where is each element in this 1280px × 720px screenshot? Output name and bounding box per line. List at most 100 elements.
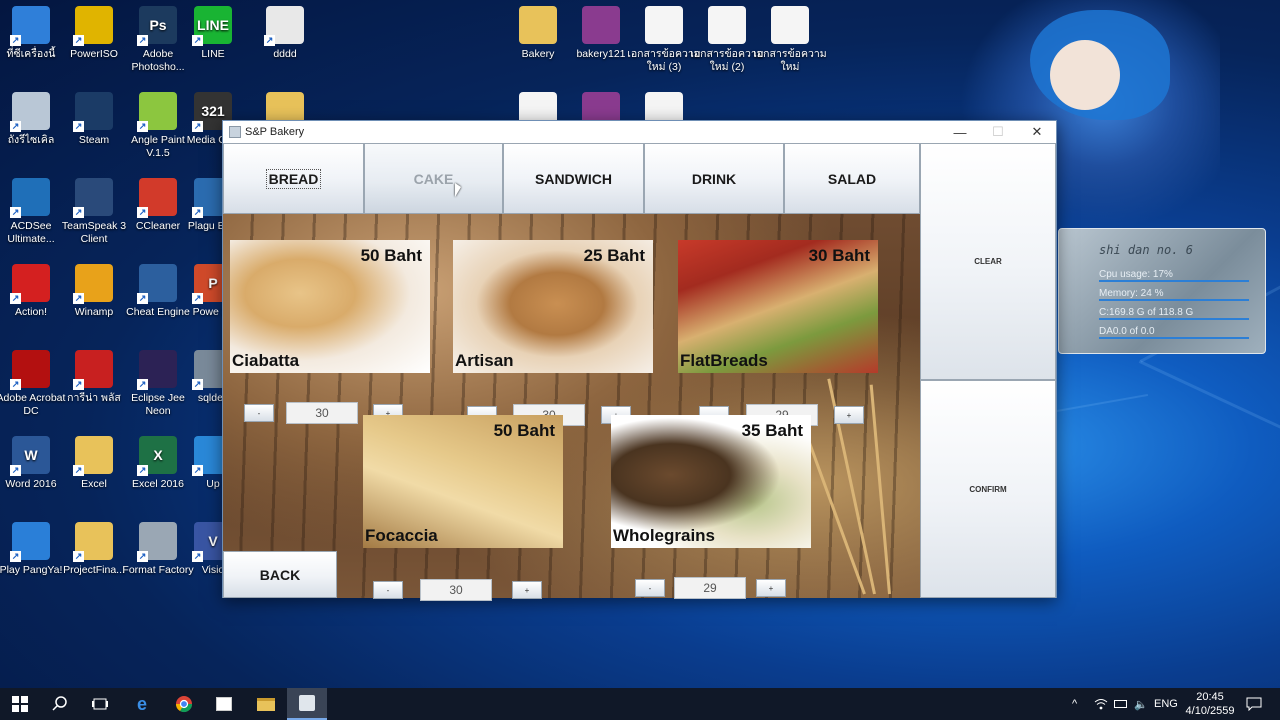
gadget-disk-d: DA0.0 of 0.0 (1099, 326, 1249, 339)
java-taskbar-icon[interactable] (287, 688, 327, 720)
qty-increase-button[interactable]: + (512, 581, 542, 599)
product-card[interactable]: 50 Baht Ciabatta (230, 240, 430, 373)
clock-date: 4/10/2559 (1185, 705, 1235, 717)
wallpaper-character-face (1050, 40, 1120, 110)
winrar-icon (582, 6, 620, 44)
qty-field[interactable]: 30 (286, 402, 358, 424)
confirm-button[interactable]: CONFIRM (920, 380, 1056, 598)
minimize-icon[interactable]: — (941, 121, 979, 143)
search-icon[interactable] (40, 688, 80, 720)
text-file-icon (645, 6, 683, 44)
pangya-icon (10, 522, 50, 562)
desktop-icon[interactable]: LINE LINE (176, 6, 250, 61)
clear-button[interactable]: CLEAR (920, 143, 1056, 380)
wifi-icon[interactable] (1094, 688, 1108, 720)
desktop-icon-label: Steam (78, 134, 110, 146)
qty-field[interactable]: 30 (420, 579, 492, 601)
desktop-icon-label: การีน่า พลัส (67, 392, 121, 404)
action-icon (10, 264, 50, 304)
desktop-icon-label: Excel (81, 478, 107, 490)
folder-icon (519, 6, 557, 44)
recycle-bin-icon (10, 92, 50, 132)
desktop-icon[interactable]: Excel (57, 436, 131, 491)
product-card[interactable]: 25 Baht Artisan (453, 240, 653, 373)
chrome-icon[interactable] (164, 688, 204, 720)
product-card[interactable]: 50 Baht Focaccia (363, 415, 563, 548)
eclipse-icon (137, 350, 177, 390)
edge-icon[interactable]: e (122, 688, 162, 720)
taskbar: e ^ 🔈 ENG 20:45 4/10/2559 (0, 688, 1280, 720)
desktop-icon[interactable]: Steam (57, 92, 131, 147)
desktop-icon-label: CCleaner (135, 220, 181, 232)
tab-drink[interactable]: DRINK (644, 143, 784, 214)
this-pc-icon (10, 6, 50, 46)
desktop-icon-label: Word 2016 (5, 478, 57, 490)
qty-field[interactable]: 29 (674, 577, 746, 599)
back-button[interactable]: BACK (223, 551, 337, 598)
tab-salad[interactable]: SALAD (784, 143, 920, 214)
tab-sandwich[interactable]: SANDWICH (503, 143, 644, 214)
task-view-icon[interactable] (80, 688, 120, 720)
folder-icon (73, 522, 113, 562)
action-center-icon[interactable] (1246, 688, 1262, 720)
close-icon[interactable]: ✕ (1018, 121, 1056, 143)
taskbar-clock[interactable]: 20:45 4/10/2559 (1180, 690, 1240, 718)
winamp-icon (73, 264, 113, 304)
java-app-icon (229, 126, 241, 138)
product-price: 30 Baht (808, 246, 870, 265)
cheat-engine-icon (137, 264, 177, 304)
battery-icon[interactable] (1114, 688, 1127, 720)
product-name: Artisan (455, 351, 514, 370)
desktop-icon-label: Visio (201, 564, 225, 576)
tab-cake[interactable]: CAKE (364, 143, 503, 214)
text-file-icon (708, 6, 746, 44)
desktop-icon-label: LINE (201, 48, 225, 60)
maximize-icon[interactable]: ☐ (979, 121, 1017, 143)
qty-decrease-button[interactable]: - (373, 581, 403, 599)
qty-decrease-button[interactable]: - (635, 579, 665, 597)
bakery-window: S&P Bakery — ☐ ✕ BREAD CAKE SANDWICH DRI… (222, 120, 1057, 601)
window-titlebar[interactable]: S&P Bakery — ☐ ✕ (223, 121, 1056, 143)
desktop-icon[interactable]: การีน่า พลัส (57, 350, 131, 405)
desktop-icon-label: ProjectFina... (63, 564, 125, 576)
volume-icon[interactable]: 🔈 (1134, 688, 1148, 720)
qty-increase-button[interactable]: + (756, 579, 786, 597)
desktop-icon[interactable]: Winamp (57, 264, 131, 319)
product-name: FlatBreads (680, 351, 768, 370)
qty-increase-button[interactable]: + (834, 406, 864, 424)
gadget-disk-c: C:169.8 G of 118.8 G (1099, 307, 1249, 320)
teamspeak-icon (73, 178, 113, 218)
desktop-icon[interactable]: TeamSpeak 3 Client (57, 178, 131, 246)
window-title: S&P Bakery (245, 126, 305, 138)
qty-decrease-button[interactable]: - (244, 404, 274, 422)
acrobat-icon (10, 350, 50, 390)
desktop-icon-label: ถังรีไซเคิล (7, 134, 55, 146)
desktop-icon[interactable]: dddd (248, 6, 322, 61)
desktop-icon[interactable]: ProjectFina... (57, 522, 131, 577)
desktop-file[interactable]: เอกสารข้อความ ใหม่ (753, 6, 827, 74)
folder-icon (73, 436, 113, 476)
poweriso-icon (73, 6, 113, 46)
garena-icon (73, 350, 113, 390)
language-indicator[interactable]: ENG (1154, 688, 1178, 720)
product-card[interactable]: 30 Baht FlatBreads (678, 240, 878, 373)
windows-start-icon[interactable] (0, 688, 40, 720)
tab-bread[interactable]: BREAD (223, 143, 364, 214)
tab-bread-label: BREAD (265, 168, 322, 189)
java-file-icon (264, 6, 304, 46)
product-name: Ciabatta (232, 351, 300, 370)
desktop-icon[interactable]: PowerISO (57, 6, 131, 61)
product-card[interactable]: 35 Baht Wholegrains (611, 415, 811, 548)
product-price: 50 Baht (360, 246, 422, 265)
photoshop-icon: Ps (137, 6, 177, 46)
product-name: Focaccia (365, 526, 438, 545)
mouse-cursor (455, 183, 461, 197)
tray-chevron-icon[interactable]: ^ (1072, 688, 1077, 720)
excel-icon: X (137, 436, 177, 476)
desktop-file-label: bakery121 (576, 48, 626, 60)
desktop-icon-label: TeamSpeak 3 Client (61, 220, 127, 245)
paint-icon[interactable] (204, 688, 244, 720)
file-explorer-icon[interactable] (246, 688, 286, 720)
acdsee-icon (10, 178, 50, 218)
product-name: Wholegrains (613, 526, 716, 545)
